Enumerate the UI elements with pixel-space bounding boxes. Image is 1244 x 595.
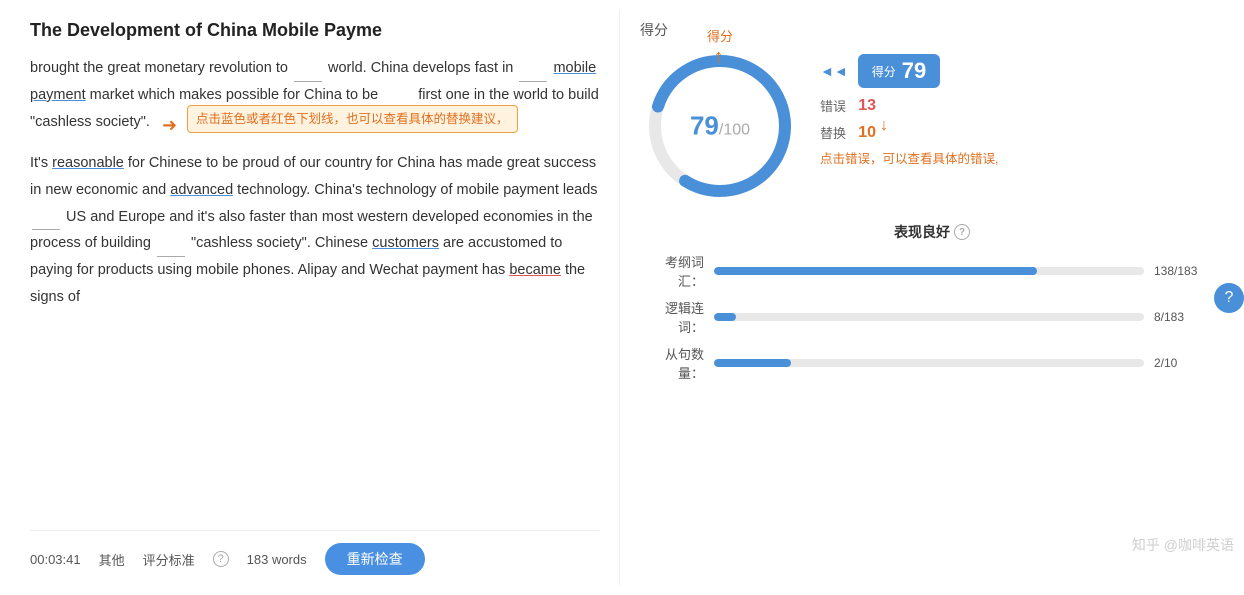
blank-5 bbox=[157, 256, 185, 257]
perf-count-2: 2/10 bbox=[1154, 356, 1224, 370]
score-total: /100 bbox=[719, 122, 750, 139]
score-top-row: ◄◄ 得分 79 bbox=[820, 54, 998, 88]
right-panel: 得分 得分 ↑ 79/100 bbox=[620, 10, 1244, 585]
word-customers[interactable]: customers bbox=[372, 235, 439, 251]
score-right-section: ◄◄ 得分 79 错误 13 替换 10 ↓ bbox=[820, 54, 998, 169]
error-row: 错误 13 bbox=[820, 96, 998, 115]
replace-value: 10 bbox=[852, 124, 876, 142]
main-score-card: 得分 79 bbox=[858, 54, 941, 88]
word-mobile-payment[interactable]: mobile payment bbox=[30, 60, 596, 103]
perf-bar-bg-2 bbox=[714, 359, 1144, 367]
perf-bar-fill-2 bbox=[714, 359, 791, 367]
tooltip-arrow: ➜ bbox=[162, 109, 177, 142]
blank-4 bbox=[32, 229, 60, 230]
score-card-value: 79 bbox=[902, 58, 926, 84]
perf-label-2: 从句数量： bbox=[640, 344, 704, 382]
tooltip-text: 点击蓝色或者红色下划线，也可以查看具体的替换建议， bbox=[187, 105, 518, 134]
performance-help-icon[interactable]: ? bbox=[954, 224, 970, 240]
performance-title: 表现良好 ? bbox=[640, 222, 1224, 242]
error-value: 13 bbox=[852, 97, 876, 115]
recheck-button[interactable]: 重新检查 bbox=[325, 543, 425, 575]
performance-section: 表现良好 ? 考纲词汇： 138/183 逻辑连词： 8/183 从句数量： 2… bbox=[640, 222, 1224, 390]
perf-bar-bg-0 bbox=[714, 267, 1144, 275]
error-hint-arrow: ↓ bbox=[880, 117, 888, 135]
word-reasonable[interactable]: reasonable bbox=[52, 155, 124, 171]
perf-bar-fill-0 bbox=[714, 267, 1037, 275]
article-body: brought the great monetary revolution to… bbox=[30, 55, 599, 520]
replace-row: 替换 10 bbox=[820, 123, 998, 142]
score-card-label: 得分 bbox=[872, 63, 896, 80]
score-area: 得分 ↑ 79/100 ◄◄ bbox=[640, 46, 1224, 206]
perf-label-1: 逻辑连词： bbox=[640, 298, 704, 336]
error-label: 错误 bbox=[820, 96, 846, 115]
perf-row-0: 考纲词汇： 138/183 bbox=[640, 252, 1224, 290]
bottom-bar: 00:03:41 其他 评分标准 ? 183 words 重新检查 bbox=[30, 530, 599, 575]
word-became[interactable]: became bbox=[509, 262, 561, 278]
time-display: 00:03:41 bbox=[30, 552, 81, 567]
blank-2 bbox=[519, 81, 547, 82]
perf-count-1: 8/183 bbox=[1154, 310, 1224, 324]
left-panel: The Development of China Mobile Payme br… bbox=[0, 10, 620, 585]
blank-1 bbox=[294, 81, 322, 82]
error-hint-text: 点击错误，可以查看具体的错误, bbox=[820, 150, 998, 169]
watermark: 知乎 @咖啡英语 bbox=[1132, 535, 1234, 555]
category-label: 其他 bbox=[99, 550, 125, 569]
perf-count-0: 138/183 bbox=[1154, 264, 1224, 278]
word-advanced[interactable]: advanced bbox=[170, 182, 233, 198]
double-arrow-icon[interactable]: ◄◄ bbox=[820, 63, 848, 79]
performance-title-text: 表现良好 bbox=[894, 222, 950, 242]
perf-row-1: 逻辑连词： 8/183 bbox=[640, 298, 1224, 336]
article-title: The Development of China Mobile Payme bbox=[30, 20, 599, 41]
perf-row-2: 从句数量： 2/10 bbox=[640, 344, 1224, 382]
standard-label[interactable]: 评分标准 bbox=[143, 550, 195, 569]
circle-label: 得分 bbox=[707, 26, 733, 45]
circle-arrow-icon: ↑ bbox=[714, 46, 724, 69]
circle-score-text: 79/100 bbox=[690, 111, 750, 142]
perf-bar-fill-1 bbox=[714, 313, 736, 321]
performance-rows: 考纲词汇： 138/183 逻辑连词： 8/183 从句数量： 2/10 bbox=[640, 252, 1224, 382]
help-icon-standard[interactable]: ? bbox=[213, 551, 229, 567]
score-number: 79 bbox=[690, 111, 719, 141]
replace-label: 替换 bbox=[820, 123, 846, 142]
help-circle-button[interactable]: ? bbox=[1214, 283, 1244, 313]
perf-label-0: 考纲词汇： bbox=[640, 252, 704, 290]
perf-bar-bg-1 bbox=[714, 313, 1144, 321]
word-count: 183 words bbox=[247, 552, 307, 567]
score-circle: 得分 ↑ 79/100 bbox=[640, 46, 800, 206]
